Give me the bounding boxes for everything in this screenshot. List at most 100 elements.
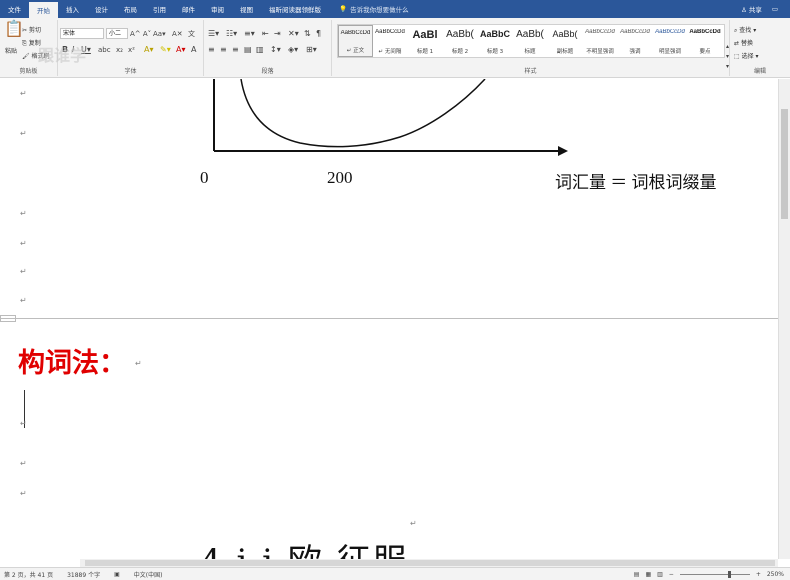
cut-button[interactable]: ✂ 剪切 — [22, 25, 41, 34]
numbering-icon[interactable]: ☷▾ — [226, 29, 237, 39]
share-button[interactable]: ♙ 共享 — [741, 4, 762, 14]
select-button[interactable]: ⬚ 选择 ▾ — [734, 51, 759, 60]
phonetic-guide-icon[interactable]: 文 — [188, 29, 195, 39]
tab-5[interactable]: 引用 — [145, 0, 174, 18]
bullets-icon[interactable]: ☰▾ — [208, 29, 219, 39]
comments-icon[interactable]: ▭ — [772, 5, 778, 13]
page-break-line — [0, 318, 778, 319]
superscript-icon[interactable]: x² — [128, 45, 135, 55]
section-heading: 构词法： — [18, 348, 126, 379]
chinese-layout-icon[interactable]: ✕▾ — [288, 29, 299, 39]
replace-button[interactable]: ⇄ 替换 — [734, 38, 753, 47]
line-spacing-icon[interactable]: ↕▾ — [270, 45, 281, 55]
lightbulb-icon: 💡 — [339, 5, 348, 13]
curve — [240, 79, 486, 148]
font-name-select[interactable]: 宋体 — [60, 28, 104, 39]
align-center-icon[interactable]: ≡ — [220, 45, 227, 55]
underline-icon[interactable]: U▾ — [81, 45, 91, 55]
style-item-1[interactable]: AaBbCcDd ↵ 无间隔 — [373, 25, 408, 57]
style-item-9[interactable]: AaBbCcDd 明显强调 — [653, 25, 688, 57]
align-right-icon[interactable]: ≡ — [232, 45, 239, 55]
ribbon-tab-bar: 文件 开始 插入 设计 布局 引用 邮件 审阅 视图 福昕阅读器领鲜版 💡 告诉我你想要做什么 ♙… — [0, 0, 790, 18]
word-count[interactable]: 31889 个字 — [67, 570, 100, 579]
increase-indent-icon[interactable]: ⇥ — [274, 29, 281, 39]
clear-format-icon[interactable]: A✕ — [172, 29, 183, 39]
zoom-slider[interactable] — [679, 570, 750, 578]
bold-icon[interactable]: B — [62, 45, 68, 55]
strikethrough-icon[interactable]: abc — [98, 45, 111, 55]
style-item-7[interactable]: AaBbCcDd 不明显强调 — [583, 25, 618, 57]
x-label-200: 200 — [327, 168, 353, 187]
justify-icon[interactable]: ▤ — [244, 45, 252, 55]
show-marks-icon[interactable]: ¶ — [316, 29, 321, 39]
style-item-0[interactable]: AaBbCcDd ↵ 正文 — [338, 25, 373, 57]
subscript-icon[interactable]: x₂ — [116, 45, 123, 55]
multilevel-list-icon[interactable]: ≡▾ — [244, 29, 255, 39]
zoom-level[interactable]: 250% — [767, 571, 784, 578]
find-button[interactable]: ⌕ 查找 ▾ — [734, 25, 756, 35]
text-effects-icon[interactable]: A▾ — [144, 45, 154, 55]
paragraph-mark: ↵ — [20, 89, 27, 98]
tab-0[interactable]: 文件 — [0, 0, 29, 18]
style-item-10[interactable]: AaBbCcDd 要点 — [688, 25, 723, 57]
style-name: 明显强调 — [658, 49, 681, 55]
highlight-icon[interactable]: ✎▾ — [160, 45, 171, 55]
style-item-2[interactable]: AaBl 标题 1 — [408, 25, 443, 57]
ribbon: 📋 粘贴 ✂ 剪切 ⎘ 复制 🖌 格式刷 剪贴板 宋体 小二 A^ A˅ Aa▾… — [0, 18, 790, 78]
tab-1[interactable]: 开始 — [29, 2, 58, 18]
change-case-icon[interactable]: Aa▾ — [153, 29, 166, 39]
zoom-in-icon[interactable]: + — [756, 571, 761, 578]
copy-button[interactable]: ⎘ 复制 — [22, 38, 41, 48]
paste-button[interactable]: 粘贴 — [5, 46, 17, 55]
tab-7[interactable]: 审阅 — [203, 0, 232, 18]
tab-list: 文件 开始 插入 设计 布局 引用 邮件 审阅 视图 福昕阅读器领鲜版 — [0, 0, 329, 18]
tab-4[interactable]: 布局 — [116, 0, 145, 18]
style-item-8[interactable]: AaBbCcDd 强调 — [618, 25, 653, 57]
tab-6[interactable]: 邮件 — [174, 0, 203, 18]
tab-2[interactable]: 插入 — [58, 0, 87, 18]
align-left-icon[interactable]: ≡ — [208, 45, 215, 55]
horizontal-scroll-thumb[interactable] — [85, 560, 775, 566]
vertical-scroll-thumb[interactable] — [781, 109, 788, 219]
tab-8[interactable]: 视图 — [232, 0, 261, 18]
styles-more-icon[interactable]: ▴ ▾ ▾ — [726, 42, 729, 72]
sort-icon[interactable]: ⇅ — [304, 29, 311, 39]
zoom-slider-knob[interactable] — [727, 570, 731, 578]
status-right: ▤ ▦ ▥ − + 250% — [634, 570, 790, 578]
page-count[interactable]: 第 2 页，共 41 页 — [4, 570, 53, 579]
tab-9[interactable]: 福昕阅读器领鲜版 — [261, 0, 329, 18]
borders-icon[interactable]: ⊞▾ — [306, 45, 317, 55]
web-layout-icon[interactable]: ▥ — [657, 571, 663, 578]
style-item-4[interactable]: AaBbC 标题 3 — [478, 25, 513, 57]
vertical-scrollbar[interactable] — [778, 79, 790, 559]
print-layout-icon[interactable]: ▦ — [645, 571, 651, 578]
curve-diagram — [213, 79, 568, 156]
paragraph-mark: ↵ — [20, 489, 27, 498]
paragraph-mark: ↵ — [20, 419, 27, 428]
tab-3[interactable]: 设计 — [87, 0, 116, 18]
proofing-icon[interactable]: ▣ — [114, 571, 120, 578]
distributed-icon[interactable]: ▥ — [256, 45, 264, 55]
read-mode-icon[interactable]: ▤ — [634, 571, 640, 578]
language-indicator[interactable]: 中文(中国) — [134, 570, 163, 579]
style-item-3[interactable]: AaBb(标题 2 — [443, 25, 478, 57]
document-canvas[interactable]: 0 200 词汇量 ＝ 词根词缀量 ↵ ↵ ↵ ↵ ↵ ↵ 构词法： ↵ ↵ ↵… — [0, 79, 778, 559]
style-name: 标题 3 — [486, 49, 504, 55]
tell-me-box[interactable]: 💡 告诉我你想要做什么 — [329, 0, 409, 18]
style-sample: AaBb( — [516, 29, 544, 40]
char-border-icon[interactable]: A — [191, 45, 196, 55]
decrease-indent-icon[interactable]: ⇤ — [262, 29, 269, 39]
horizontal-scrollbar[interactable] — [80, 559, 778, 567]
style-sample: AaBbCcDd — [585, 29, 615, 35]
italic-icon[interactable]: I — [72, 45, 74, 55]
grow-font-icon[interactable]: A^ A˅ — [130, 29, 151, 39]
font-color-icon[interactable]: A▾ — [176, 45, 186, 55]
zoom-out-icon[interactable]: − — [669, 571, 674, 578]
shading-icon[interactable]: ◈▾ — [288, 45, 298, 55]
format-painter-button[interactable]: 🖌 格式刷 — [22, 51, 50, 60]
paste-icon[interactable]: 📋 — [4, 21, 24, 37]
style-item-5[interactable]: AaBb(标题 — [513, 25, 548, 57]
style-item-6[interactable]: AaBb(副标题 — [548, 25, 583, 57]
paragraph-mark: ↵ — [135, 359, 142, 368]
font-size-select[interactable]: 小二 — [106, 28, 128, 39]
